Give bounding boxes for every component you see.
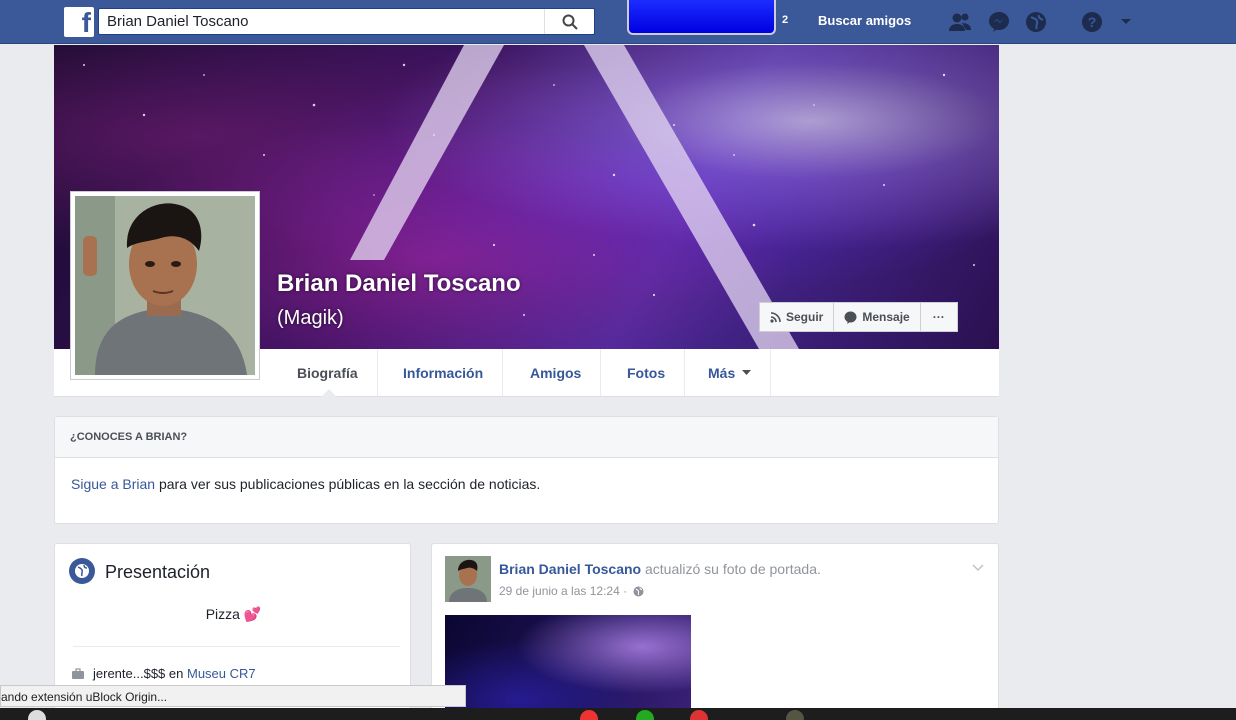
chevron-down-icon (742, 369, 752, 375)
top-navigation-bar: f 2 Buscar amigos ? (0, 0, 1236, 44)
post-action-text: actualizó su foto de portada. (641, 561, 821, 577)
globe-notifications-icon[interactable] (1024, 10, 1048, 34)
post-options-chevron-icon[interactable] (972, 560, 984, 575)
post-meta: 29 de junio a las 12:24 · (499, 584, 644, 598)
post-card: Brian Daniel Toscano actualizó su foto d… (431, 543, 999, 720)
search-input[interactable] (99, 9, 539, 34)
globe-intro-icon (69, 558, 95, 584)
card-header: ¿CONOCES A BRIAN? (55, 417, 998, 458)
message-label: Mensaje (862, 310, 910, 324)
tab-amigos[interactable]: Amigos (511, 349, 602, 396)
more-options-button[interactable]: ··· (920, 302, 958, 332)
tab-label: Amigos (530, 364, 582, 381)
os-taskbar (0, 708, 1236, 720)
intro-bio: Pizza 💕 (205, 606, 262, 622)
follow-link[interactable]: Sigue a Brian (71, 476, 155, 492)
public-globe-icon (633, 586, 644, 596)
find-friends-link[interactable]: Buscar amigos (818, 13, 911, 28)
profile-photo (75, 196, 255, 375)
do-you-know-card: ¿CONOCES A BRIAN? Sigue a Brian para ver… (54, 416, 999, 524)
follow-label: Seguir (786, 310, 824, 324)
account-menu-chevron-icon[interactable] (1114, 10, 1138, 34)
taskbar-app-icon[interactable] (580, 710, 598, 720)
tab-mas[interactable]: Más (689, 349, 772, 396)
tab-label: Información (403, 364, 484, 381)
tab-informacion[interactable]: Información (384, 349, 504, 396)
overlay-box (627, 0, 776, 35)
profile-picture[interactable] (70, 191, 260, 380)
notification-count: 2 (782, 14, 789, 26)
work-text: jerente...$$$ en (93, 666, 184, 681)
start-icon[interactable] (28, 710, 46, 720)
search-box (98, 8, 595, 35)
svg-text:?: ? (1088, 14, 1097, 30)
post-header: Brian Daniel Toscano actualizó su foto d… (499, 561, 821, 577)
taskbar-app-icon[interactable] (636, 710, 654, 720)
intro-title: Presentación (105, 562, 211, 582)
status-bar-tooltip: ando extensión uBlock Origin... (0, 685, 466, 707)
work-row: jerente...$$$ en Museu CR7 (71, 666, 256, 681)
tab-label: Más (708, 364, 736, 381)
profile-name: Brian Daniel Toscano (277, 270, 521, 297)
work-place-link[interactable]: Museu CR7 (187, 666, 256, 681)
divider (73, 646, 400, 647)
briefcase-icon (72, 667, 84, 679)
taskbar-app-icon[interactable] (786, 710, 804, 720)
tab-label: Biografía (297, 364, 358, 381)
rss-icon (770, 311, 781, 323)
search-button[interactable] (544, 9, 594, 34)
taskbar-app-icon[interactable] (690, 710, 708, 720)
help-icon[interactable]: ? (1080, 10, 1104, 34)
post-cover-image[interactable] (445, 615, 691, 719)
messenger-icon[interactable] (987, 10, 1011, 34)
cover-actions: Seguir Mensaje ··· (759, 302, 958, 332)
profile-nickname: (Magik) (277, 307, 344, 329)
post-author-link[interactable]: Brian Daniel Toscano (499, 561, 641, 577)
facebook-logo-icon[interactable]: f (64, 7, 94, 38)
more-options-label: ··· (932, 310, 945, 324)
tab-label: Fotos (627, 364, 666, 381)
follow-button[interactable]: Seguir (759, 302, 835, 332)
post-author-avatar[interactable] (445, 556, 491, 602)
right-column (1004, 45, 1236, 720)
active-tab-pointer (321, 389, 337, 397)
friend-requests-icon[interactable] (948, 10, 972, 34)
message-button[interactable]: Mensaje (834, 302, 921, 332)
search-icon (562, 14, 578, 30)
card-body: Sigue a Brian para ver sus publicaciones… (55, 458, 998, 510)
messenger-icon (844, 311, 857, 324)
post-date[interactable]: 29 de junio a las 12:24 · (499, 584, 627, 598)
tab-fotos[interactable]: Fotos (608, 349, 686, 396)
card-text: para ver sus publicaciones públicas en l… (155, 476, 541, 492)
